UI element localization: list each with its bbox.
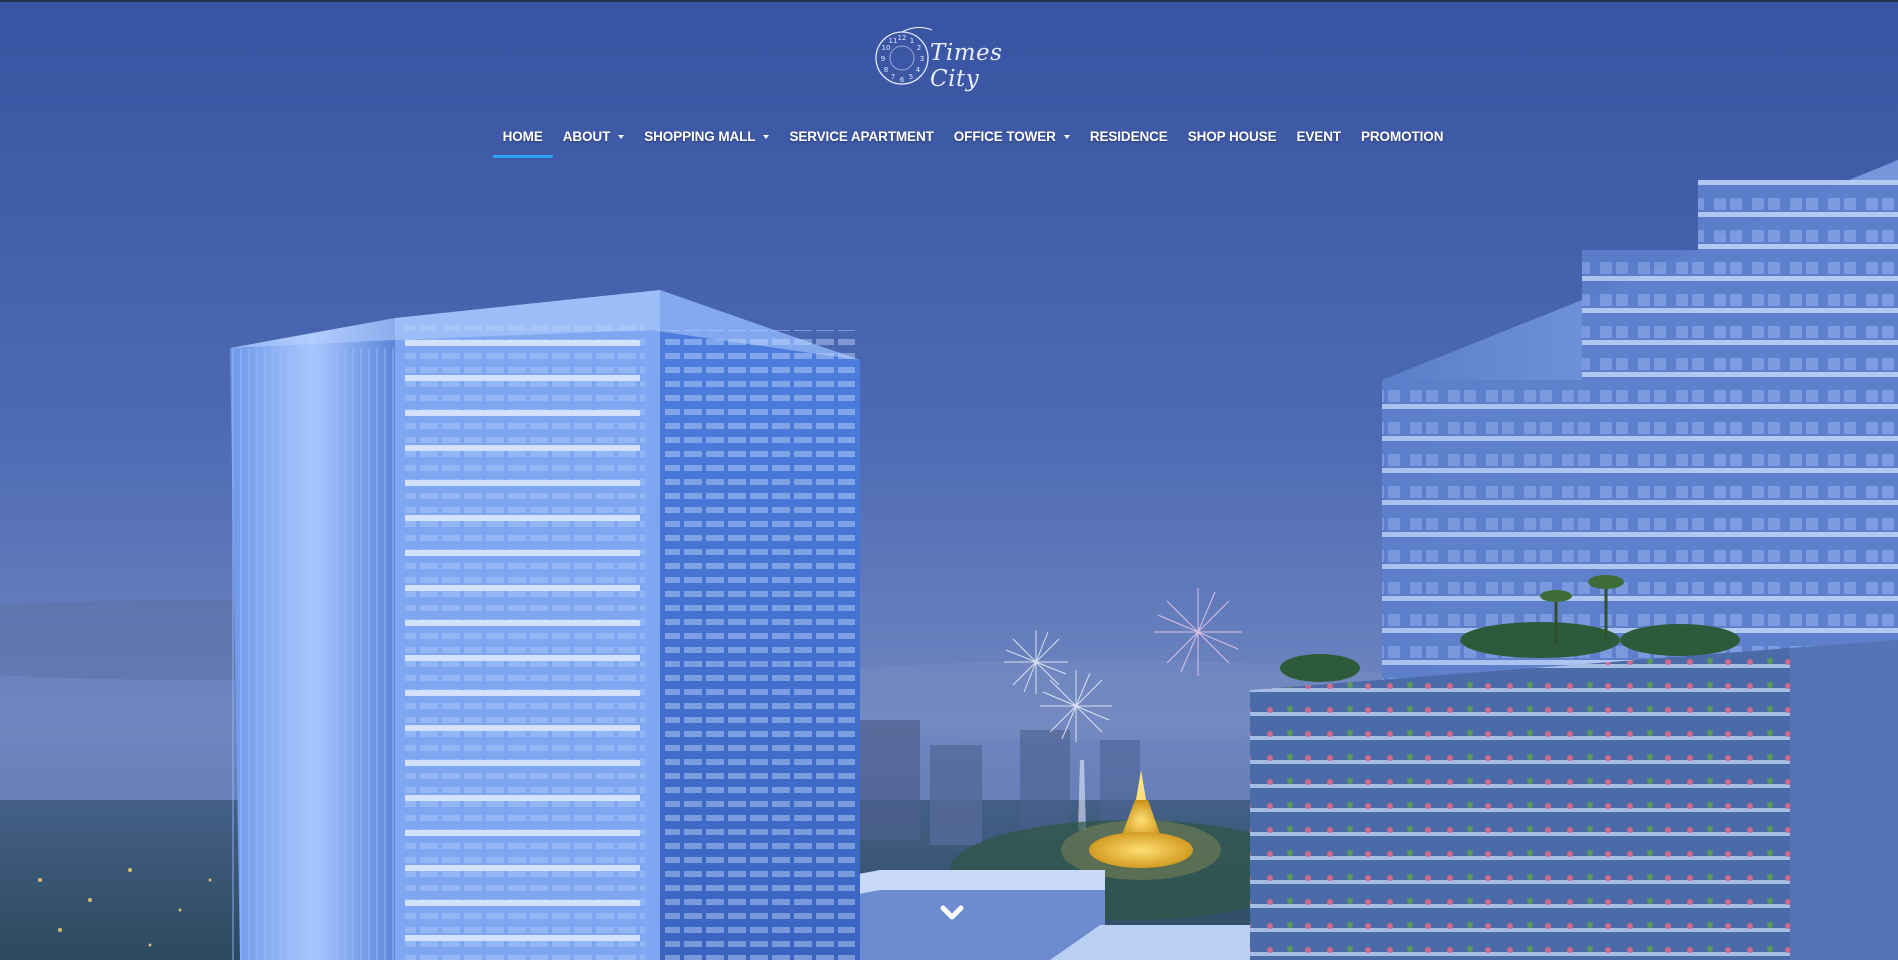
nav-item-event[interactable]: EVENT [1286, 126, 1351, 160]
logo-wordmark: Times City [930, 40, 1003, 92]
nav-item-promotion[interactable]: PROMOTION [1351, 126, 1453, 160]
svg-text:6: 6 [900, 76, 905, 84]
nav-item-office-tower[interactable]: OFFICE TOWER [944, 126, 1080, 160]
nav-item-label: RESIDENCE [1089, 129, 1168, 144]
svg-text:10: 10 [882, 44, 891, 52]
nav-item-shop-house[interactable]: SHOP HOUSE [1178, 126, 1287, 160]
chevron-down-icon [940, 905, 964, 920]
nav-item-about[interactable]: ABOUT [553, 126, 635, 160]
nav-item-label: EVENT [1296, 129, 1341, 144]
nav-item-shopping-mall[interactable]: SHOPPING MALL [634, 126, 779, 160]
caret-down-icon [618, 135, 625, 139]
nav-item-label: ABOUT [562, 129, 611, 144]
nav-item-label: HOME [502, 129, 543, 144]
nav-item-service-apartment[interactable]: SERVICE APARTMENT [779, 126, 943, 160]
scroll-down-button[interactable] [937, 898, 967, 928]
nav-item-label: SHOP HOUSE [1187, 129, 1277, 144]
caret-down-icon [1063, 135, 1070, 139]
svg-text:1: 1 [910, 37, 914, 45]
nav-item-residence[interactable]: RESIDENCE [1080, 126, 1178, 160]
svg-text:9: 9 [881, 55, 885, 63]
site-logo[interactable]: 12 1 23 45 67 89 10 11 Times City [872, 22, 1032, 92]
main-nav: HOME ABOUT SHOPPING MALL SERVICE APARTME… [0, 126, 1898, 160]
svg-text:4: 4 [916, 66, 921, 74]
nav-item-label: PROMOTION [1361, 129, 1444, 144]
caret-down-icon [763, 135, 770, 139]
nav-item-home[interactable]: HOME [492, 126, 553, 160]
svg-text:5: 5 [909, 73, 913, 81]
nav-item-label: OFFICE TOWER [953, 129, 1056, 144]
svg-text:3: 3 [920, 55, 924, 63]
svg-text:7: 7 [891, 73, 895, 81]
svg-text:12: 12 [898, 34, 907, 42]
clock-icon: 12 1 23 45 67 89 1011 [875, 26, 932, 85]
svg-text:2: 2 [917, 44, 921, 52]
svg-text:11: 11 [889, 37, 898, 45]
nav-item-label: SHOPPING MALL [644, 129, 756, 144]
nav-item-label: SERVICE APARTMENT [789, 129, 934, 144]
svg-text:8: 8 [884, 66, 888, 74]
